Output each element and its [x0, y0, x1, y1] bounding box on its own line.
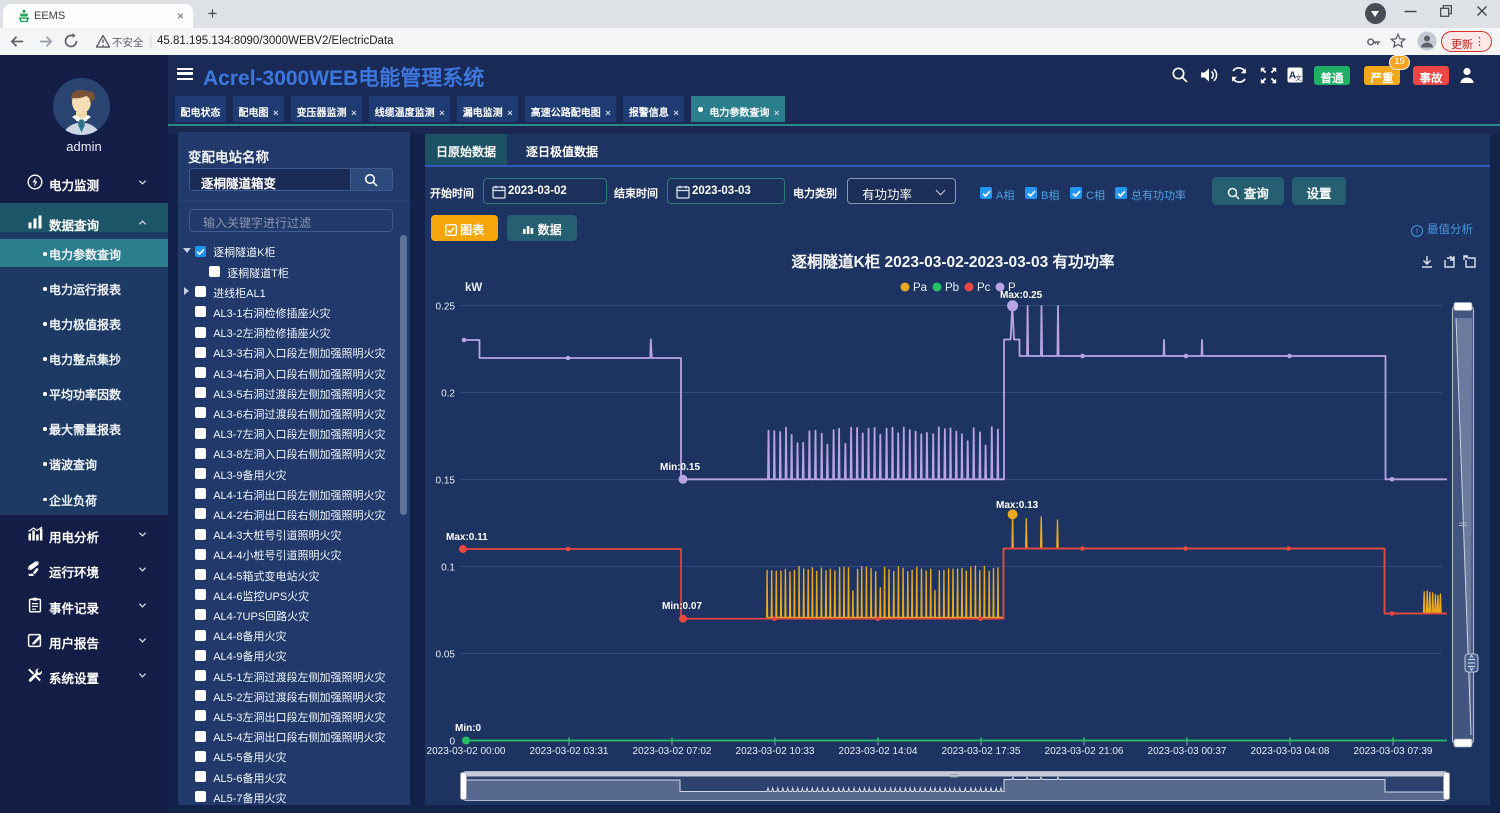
svg-text:Pa: Pa — [913, 282, 928, 294]
svg-text:kW: kW — [465, 282, 482, 294]
svg-text:0.2: 0.2 — [441, 389, 455, 400]
svg-text:Max:0.25: Max:0.25 — [1000, 290, 1043, 301]
svg-text:2023-03-02 14:04: 2023-03-02 14:04 — [839, 746, 918, 757]
svg-text:2023-03-03 00:37: 2023-03-03 00:37 — [1148, 746, 1227, 757]
svg-text:0.15: 0.15 — [436, 476, 456, 487]
svg-text:Pb: Pb — [945, 282, 959, 294]
svg-text:Min:0.07: Min:0.07 — [662, 601, 702, 612]
svg-text:逐桐隧道K柜 2023-03-02-2023-03-03: 逐桐隧道K柜 2023-03-02-2023-03-03 有功功率 — [791, 252, 1115, 271]
svg-text:Max:0.13: Max:0.13 — [996, 500, 1039, 511]
svg-text:2023-03-02 10:33: 2023-03-02 10:33 — [736, 746, 815, 757]
svg-text:2023-03-02 21:06: 2023-03-02 21:06 — [1045, 746, 1124, 757]
svg-text:2023-03-02 07:02: 2023-03-02 07:02 — [633, 746, 712, 757]
svg-text:Max:0.11: Max:0.11 — [446, 532, 488, 543]
svg-text:文: 文 — [1295, 73, 1302, 82]
svg-text:2023-03-02 03:31: 2023-03-02 03:31 — [530, 746, 609, 757]
svg-text:2023-03-03 07:39: 2023-03-03 07:39 — [1354, 746, 1433, 757]
svg-text:0.05: 0.05 — [436, 650, 456, 661]
svg-text:Min:0: Min:0 — [455, 723, 482, 734]
svg-text:Min:0.15: Min:0.15 — [660, 462, 700, 473]
svg-text:2023-03-02 00:00: 2023-03-02 00:00 — [427, 746, 506, 757]
svg-text:Pc: Pc — [977, 282, 991, 294]
svg-text:0.1: 0.1 — [441, 563, 455, 574]
svg-text:2023-03-03 04:08: 2023-03-03 04:08 — [1251, 746, 1330, 757]
svg-text:2023-03-02 17:35: 2023-03-02 17:35 — [942, 746, 1021, 757]
svg-text:0.25: 0.25 — [436, 302, 456, 313]
